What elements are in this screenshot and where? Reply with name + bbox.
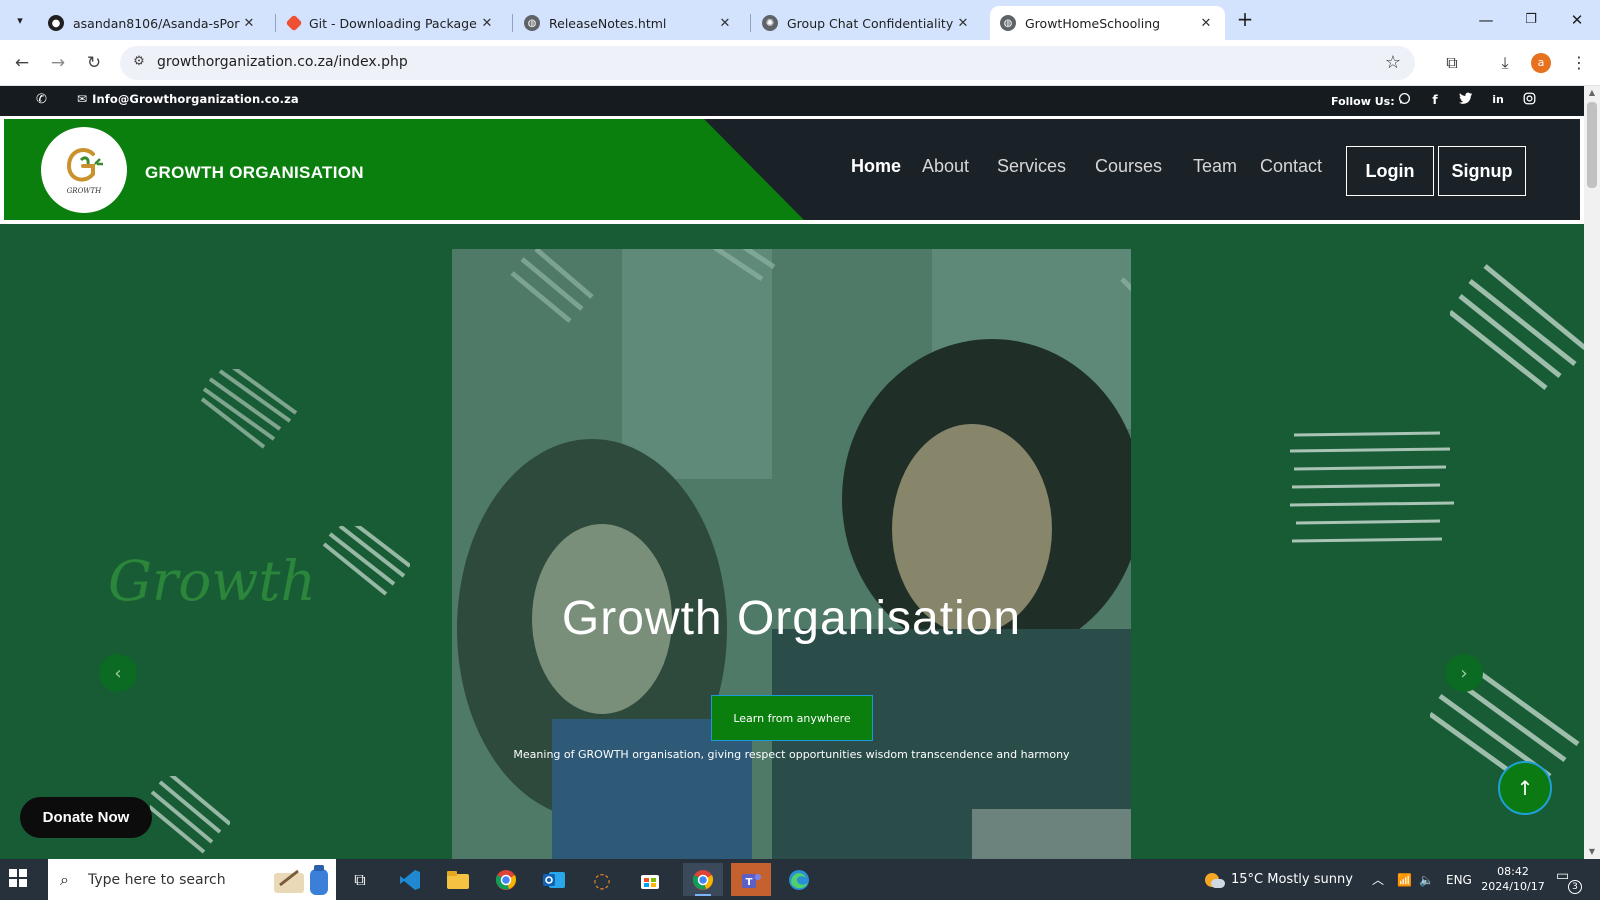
chrome-icon[interactable] [486, 863, 526, 896]
close-tab-icon[interactable]: ✕ [478, 16, 496, 31]
scrollbar-thumb[interactable] [1587, 102, 1597, 188]
signup-button[interactable]: Signup [1438, 146, 1526, 196]
tab-github[interactable]: ● asandan8106/Asanda-sPortfolio ✕ [38, 6, 268, 40]
back-icon[interactable]: ← [10, 51, 34, 75]
facebook-icon[interactable]: f [1427, 92, 1443, 108]
task-view-icon[interactable]: ⧉ [340, 863, 380, 896]
browser-toolbar: ← → ↻ ⚙ growthorganization.co.za/index.p… [0, 40, 1600, 86]
instagram-icon[interactable] [1521, 92, 1537, 108]
learn-from-anywhere-button[interactable]: Learn from anywhere [711, 695, 873, 741]
decorative-scribble [1290, 431, 1455, 543]
extensions-icon[interactable]: ⧉ [1440, 51, 1464, 75]
chatgpt-icon: ✺ [762, 15, 778, 31]
weather-widget[interactable]: 15°C Mostly sunny [1203, 859, 1353, 900]
email-link[interactable]: ✉ Info@Growthorganization.co.za [77, 92, 299, 106]
site-info-icon[interactable]: ⚙ [130, 54, 148, 72]
teams-icon[interactable]: T [731, 863, 771, 896]
profile-avatar[interactable]: a [1531, 53, 1551, 73]
browser-tab-strip: ▾ ● asandan8106/Asanda-sPortfolio ✕ Git … [0, 0, 1600, 40]
restore-icon[interactable]: ❐ [1516, 8, 1546, 32]
phone-icon[interactable]: ✆ [36, 92, 47, 107]
login-button[interactable]: Login [1346, 146, 1434, 196]
growth-script-text: Growth [108, 549, 316, 613]
file-explorer-icon[interactable] [438, 863, 478, 896]
hero-image [452, 249, 1131, 859]
vscode-icon[interactable] [390, 863, 430, 896]
windows-start-icon[interactable] [8, 868, 36, 892]
whatsapp-icon[interactable] [1396, 92, 1412, 108]
page-scrollbar[interactable]: ▲ ▼ [1584, 86, 1600, 859]
svg-text:T: T [746, 877, 753, 888]
search-highlight-illustration-icon [274, 865, 328, 895]
donate-now-button[interactable]: Donate Now [20, 797, 152, 838]
reload-icon[interactable]: ↻ [82, 51, 106, 75]
address-bar[interactable]: ⚙ growthorganization.co.za/index.php ☆ [120, 46, 1415, 80]
jupyter-icon[interactable]: ◌ [582, 863, 622, 896]
forward-icon[interactable]: → [46, 51, 70, 75]
envelope-icon: ✉ [77, 92, 88, 106]
scroll-up-icon[interactable]: ▲ [1584, 86, 1600, 100]
nav-home[interactable]: Home [851, 156, 901, 177]
search-icon: ⌕ [60, 870, 69, 889]
outlook-icon[interactable] [534, 863, 574, 896]
site-logo[interactable]: GROWTH [41, 127, 127, 213]
git-icon [285, 14, 303, 32]
hero-subtitle: Meaning of GROWTH organisation, giving r… [513, 748, 1070, 761]
carousel-prev-icon[interactable]: ‹ [99, 654, 137, 692]
nav-services[interactable]: Services [997, 156, 1066, 177]
notification-center-icon[interactable]: ▭ 3 [1556, 868, 1582, 894]
system-clock[interactable]: 08:42 2024/10/17 [1480, 864, 1546, 894]
nav-courses[interactable]: Courses [1095, 156, 1162, 177]
globe-icon: ◍ [1000, 15, 1016, 31]
minimize-icon[interactable]: — [1471, 8, 1501, 32]
page-viewport: ✆ ✉ Info@Growthorganization.co.za Follow… [0, 86, 1584, 859]
taskbar-search-box[interactable]: ⌕ Type here to search [48, 859, 336, 900]
url-text[interactable]: growthorganization.co.za/index.php [157, 54, 408, 70]
contact-bar: ✆ ✉ Info@Growthorganization.co.za Follow… [0, 86, 1584, 116]
more-menu-icon[interactable]: ⋮ [1567, 51, 1591, 75]
site-header: GROWTH GROWTH ORGANISATION Home About Se… [0, 116, 1584, 224]
back-to-top-arrow-icon[interactable]: ↑ [1498, 761, 1552, 815]
bookmark-star-icon[interactable]: ☆ [1385, 52, 1401, 73]
decorative-stripes [322, 526, 410, 596]
nav-contact[interactable]: Contact [1260, 156, 1322, 177]
chrome-active-icon[interactable] [683, 863, 723, 896]
microsoft-store-icon[interactable] [630, 863, 670, 896]
decorative-stripes [150, 776, 230, 854]
nav-about[interactable]: About [922, 156, 969, 177]
nav-team[interactable]: Team [1193, 156, 1237, 177]
close-tab-icon[interactable]: ✕ [1197, 16, 1215, 31]
tab-search-button[interactable]: ▾ [7, 7, 33, 33]
linkedin-icon[interactable]: in [1490, 92, 1506, 108]
close-tab-icon[interactable]: ✕ [954, 16, 972, 31]
close-tab-icon[interactable]: ✕ [716, 16, 734, 31]
decorative-stripes [200, 369, 298, 449]
new-tab-button[interactable]: + [1233, 8, 1257, 32]
partly-sunny-icon [1203, 871, 1225, 889]
tab-git-download[interactable]: Git - Downloading Package ✕ [276, 6, 506, 40]
logo-wordmark: GROWTH [67, 187, 102, 195]
twitter-icon[interactable] [1458, 92, 1474, 108]
close-window-icon[interactable]: ✕ [1562, 8, 1592, 32]
close-tab-icon[interactable]: ✕ [240, 16, 258, 31]
github-icon: ● [48, 15, 64, 31]
globe-icon: ◍ [524, 15, 540, 31]
tab-growthomeschooling[interactable]: ◍ GrowtHomeSchooling ✕ [990, 6, 1225, 40]
network-wifi-icon[interactable]: 📶 [1397, 859, 1412, 900]
brand-name[interactable]: GROWTH ORGANISATION [145, 163, 364, 183]
hero-title: Growth Organisation [561, 592, 1022, 645]
decorative-stripes [1450, 264, 1584, 390]
carousel-next-icon[interactable]: › [1445, 654, 1483, 692]
show-hidden-icons-icon[interactable]: ︿ [1372, 859, 1384, 900]
follow-us-label: Follow Us: [1331, 95, 1395, 108]
scroll-down-icon[interactable]: ▼ [1584, 845, 1600, 859]
tab-group-chat[interactable]: ✺ Group Chat Confidentiality ✕ [752, 6, 982, 40]
windows-taskbar: ⌕ Type here to search ⧉ ◌ T 15°C Mostly … [0, 859, 1600, 900]
tab-release-notes[interactable]: ◍ ReleaseNotes.html ✕ [514, 6, 744, 40]
language-indicator[interactable]: ENG [1446, 859, 1472, 900]
download-icon[interactable]: ⤓ [1493, 51, 1517, 75]
volume-icon[interactable]: 🔈 [1419, 859, 1434, 900]
edge-icon[interactable] [779, 863, 819, 896]
